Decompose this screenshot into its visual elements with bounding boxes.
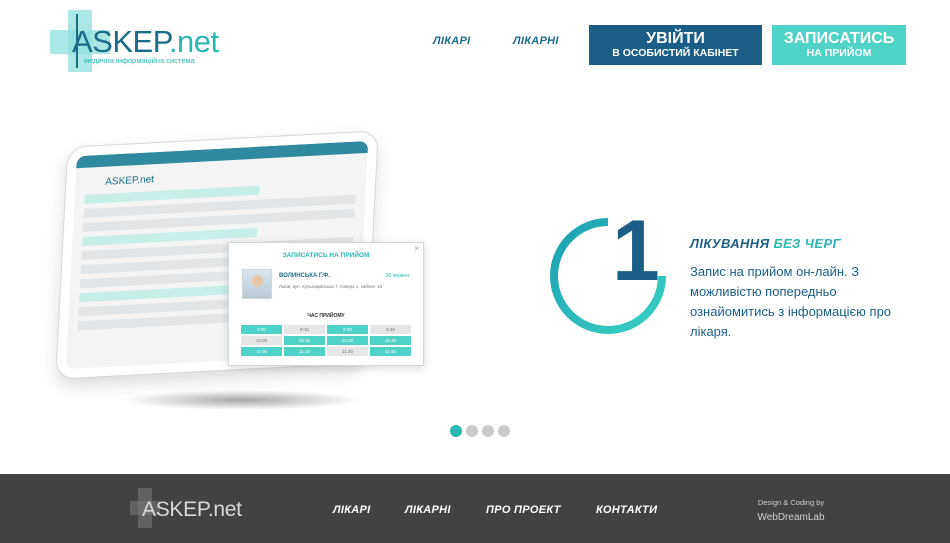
logo-brand: ASKEP.net <box>72 24 219 60</box>
doctor-address: Львів, вул. Кульпарківська 7, поверх 1, … <box>279 284 383 289</box>
slider-dot[interactable] <box>450 425 462 437</box>
footer-link-about[interactable]: ПРО ПРОЕКТ <box>486 504 561 516</box>
footer-link-doctors[interactable]: ЛІКАРІ <box>333 504 371 516</box>
time-slot[interactable]: 11:45 <box>370 347 411 356</box>
appointment-popup: × ЗАПИСАТИСЬ НА ПРИЙОМ ВОЛИНСЬКА Г.Ф. 30… <box>228 242 424 366</box>
feature-title: ЛІКУВАННЯ БЕЗ ЧЕРГ <box>690 236 841 251</box>
feature-title-main: ЛІКУВАННЯ <box>690 236 770 251</box>
popup-title: ЗАПИСАТИСЬ НА ПРИЙОМ <box>282 252 370 259</box>
nav-hospitals[interactable]: ЛІКАРНІ <box>513 35 559 47</box>
slider-dot[interactable] <box>482 425 494 437</box>
feature-description: Запис на прийом он-лайн. З можливістю по… <box>690 264 892 339</box>
time-slot-grid: 9:00 9:15 9:30 9:45 10:00 10:15 10:30 10:45 11:0… <box>241 325 411 356</box>
login-button[interactable]: УВІЙТИ В ОСОБИСТИЙ КАБІНЕТ <box>589 25 762 65</box>
time-slot: 11:30 <box>327 347 368 356</box>
page: ASKEP.net медична інформаційна система Л… <box>0 0 950 543</box>
slider-dot[interactable] <box>498 425 510 437</box>
time-slot: 9:15 <box>284 325 325 334</box>
appointment-date: 30 червня <box>385 273 409 279</box>
login-button-title: УВІЙТИ <box>646 30 705 48</box>
time-slot[interactable]: 10:45 <box>370 336 411 345</box>
slider-dot[interactable] <box>466 425 478 437</box>
site-logo[interactable]: ASKEP.net медична інформаційна система <box>50 10 230 72</box>
step-number: 1 <box>612 203 660 299</box>
login-button-subtitle: В ОСОБИСТИЙ КАБІНЕТ <box>612 46 739 59</box>
tablet-shadow <box>122 390 362 410</box>
slots-label: ЧАС ПРИЙОМУ <box>307 313 345 319</box>
developer-credit[interactable]: Design & Coding by WebDreamLab <box>740 498 842 523</box>
footer: ASKEP.net ЛІКАРІ ЛІКАРНІ ПРО ПРОЕКТ КОНТ… <box>0 474 950 543</box>
doctor-name: ВОЛИНСЬКА Г.Ф. <box>279 273 330 279</box>
footer-logo[interactable]: ASKEP.net <box>130 488 242 528</box>
doctor-photo <box>242 269 272 299</box>
book-appointment-button[interactable]: ЗАПИСАТИСЬ НА ПРИЙОМ <box>772 25 906 65</box>
credit-company: WebDreamLab <box>757 512 825 523</box>
logo-brand-suffix: .net <box>168 24 219 59</box>
time-slot[interactable]: 11:00 <box>241 347 282 356</box>
footer-link-contacts[interactable]: КОНТАКТИ <box>596 504 657 516</box>
time-slot[interactable]: 10:30 <box>327 336 368 345</box>
credit-caption: Design & Coding by <box>757 498 825 507</box>
slider-pagination <box>450 425 510 437</box>
time-slot: 10:00 <box>241 336 282 345</box>
time-slot[interactable]: 10:15 <box>284 336 325 345</box>
book-button-subtitle: НА ПРИЙОМ <box>806 46 872 59</box>
logo-tagline: медична інформаційна система <box>84 56 195 65</box>
book-button-title: ЗАПИСАТИСЬ <box>783 30 895 48</box>
logo-brand-name: ASKEP <box>72 24 169 59</box>
time-slot[interactable]: 11:15 <box>284 347 325 356</box>
time-slot[interactable]: 9:00 <box>241 325 282 334</box>
nav-doctors[interactable]: ЛІКАРІ <box>433 35 471 47</box>
feature-title-accent: БЕЗ ЧЕРГ <box>773 236 841 251</box>
time-slot: 9:45 <box>370 325 411 334</box>
footer-logo-text: ASKEP.net <box>142 498 242 521</box>
time-slot[interactable]: 9:30 <box>327 325 368 334</box>
footer-link-hospitals[interactable]: ЛІКАРНІ <box>405 504 451 516</box>
